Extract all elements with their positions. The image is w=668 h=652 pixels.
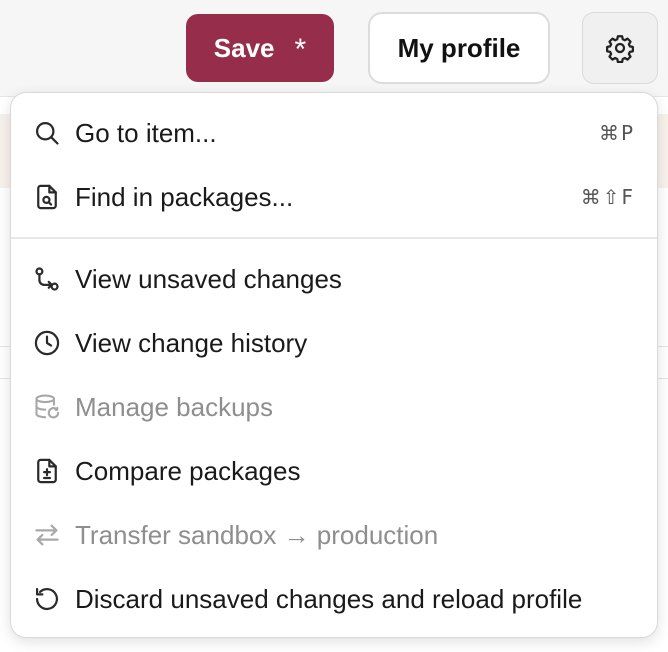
save-button-label: Save <box>213 32 275 63</box>
my-profile-button[interactable]: My profile <box>368 12 550 84</box>
git-compare-icon <box>31 263 63 295</box>
settings-button[interactable] <box>582 12 658 84</box>
menu-item-transfer-sandbox-production[interactable]: Transfer sandbox → production <box>11 503 657 567</box>
menu-item-compare-packages[interactable]: Compare packages <box>11 439 657 503</box>
menu-item-label: Go to item... <box>75 117 217 148</box>
menu-item-discard-and-reload[interactable]: Discard unsaved changes and reload profi… <box>11 567 657 631</box>
menu-item-label: Compare packages <box>75 455 301 486</box>
settings-dropdown-menu: Go to item... ⌘P Find in packages... ⌘⇧F… <box>10 92 658 638</box>
file-search-icon <box>31 181 63 213</box>
keyboard-shortcut: ⌘⇧F <box>580 185 635 209</box>
file-diff-icon <box>31 455 63 487</box>
rotate-ccw-icon <box>31 583 63 615</box>
search-icon <box>31 117 63 149</box>
menu-item-label: View unsaved changes <box>75 263 342 294</box>
database-restore-icon <box>31 391 63 423</box>
menu-item-label: View change history <box>75 327 308 358</box>
menu-divider <box>11 237 657 239</box>
menu-item-find-in-packages[interactable]: Find in packages... ⌘⇧F <box>11 165 657 229</box>
menu-item-view-unsaved-changes[interactable]: View unsaved changes <box>11 247 657 311</box>
gear-icon <box>605 33 635 63</box>
menu-item-label: Discard unsaved changes and reload profi… <box>75 583 583 614</box>
menu-item-label: Manage backups <box>75 391 274 422</box>
save-button[interactable]: Save * <box>186 14 334 82</box>
my-profile-label: My profile <box>397 32 521 63</box>
arrows-swap-icon <box>31 519 63 551</box>
menu-item-label: Transfer sandbox → production <box>75 519 439 550</box>
top-toolbar <box>0 0 668 97</box>
menu-item-view-change-history[interactable]: View change history <box>11 311 657 375</box>
menu-item-manage-backups[interactable]: Manage backups <box>11 375 657 439</box>
unsaved-marker: * <box>294 33 307 66</box>
keyboard-shortcut: ⌘P <box>598 121 635 145</box>
clock-icon <box>31 327 63 359</box>
menu-item-go-to-item[interactable]: Go to item... ⌘P <box>11 101 657 165</box>
menu-item-label: Find in packages... <box>75 181 294 212</box>
